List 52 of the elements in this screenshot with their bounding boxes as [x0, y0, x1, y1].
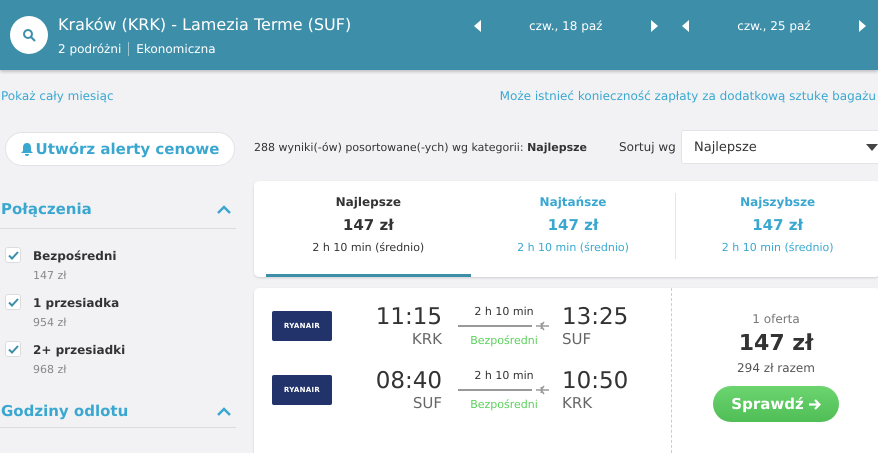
arrival-time: 13:25	[562, 304, 628, 330]
filter-option-price: 968 zł	[33, 363, 68, 376]
filter-option-label: Bezpośredni	[33, 249, 117, 263]
sort-tab[interactable]: Najszybsze 147 zł 2 h 10 min (średnio)	[675, 181, 878, 277]
whole-month-link[interactable]: Pokaż cały miesiąc	[1, 89, 114, 103]
baggage-link[interactable]: Może istnieć konieczność zapłaty za dodatkową sztukę bagażu	[500, 89, 876, 103]
search-icon	[22, 28, 36, 42]
checkbox[interactable]	[5, 341, 21, 357]
filter-option-price: 954 zł	[33, 316, 68, 329]
sort-label: Sortuj wg	[619, 140, 677, 154]
arrow-right-icon	[808, 398, 821, 410]
caret-icon	[866, 144, 878, 150]
price: 147 zł	[738, 331, 814, 356]
filter-option-label: 2+ przesiadki	[33, 343, 126, 357]
departure-airport: SUF	[412, 394, 442, 412]
arrival-airport: SUF	[562, 330, 592, 348]
total-price: 294 zł razem	[737, 361, 815, 375]
route-title: Kraków (KRK) - Lamezia Terme (SUF)	[58, 14, 352, 34]
stops-label: Bezpośredni	[470, 334, 538, 347]
arrival-time: 10:50	[562, 368, 628, 394]
checkbox[interactable]	[5, 294, 21, 310]
previous-date-button[interactable]	[680, 20, 692, 32]
checkbox[interactable]	[5, 247, 21, 263]
collapse-toggle[interactable]	[216, 406, 232, 416]
offer-count: 1 oferta	[752, 312, 800, 326]
collapse-toggle[interactable]	[216, 204, 232, 214]
sort-dropdown[interactable]: Najlepsze	[681, 130, 878, 164]
chevron-up-icon	[216, 204, 232, 214]
departure-time: 08:40	[376, 368, 442, 394]
stops-label: Bezpośredni	[470, 398, 538, 411]
flight-duration: 2 h 10 min	[474, 305, 534, 318]
filter-option-label: 1 przesiadka	[33, 296, 120, 310]
results-summary: 288 wyniki(-ów) posortowane(-ych) wg kategorii: Najlepsze	[254, 140, 588, 154]
filter-title: Godziny odlotu	[1, 402, 128, 420]
travellers-text: 2 podróżni	[58, 42, 122, 56]
search-button[interactable]	[10, 16, 48, 54]
departure-time: 11:15	[376, 304, 442, 330]
chevron-up-icon	[216, 406, 232, 416]
arrival-airport: KRK	[562, 394, 592, 412]
previous-date-button[interactable]	[472, 20, 484, 32]
departure-airport: KRK	[412, 330, 442, 348]
date-label[interactable]: czw., 25 paź	[737, 19, 811, 33]
price-alert-button[interactable]: Utwórz alerty cenowe	[5, 132, 235, 166]
cabin-class-text: Ekonomiczna	[136, 42, 216, 56]
sort-tab[interactable]: Najtańsze 147 zł 2 h 10 min (średnio)	[470, 181, 676, 277]
filter-option-price: 147 zł	[33, 269, 68, 282]
bell-icon	[20, 142, 33, 156]
flight-duration: 2 h 10 min	[474, 369, 534, 382]
date-label[interactable]: czw., 18 paź	[529, 19, 602, 33]
filter-title: Połączenia	[1, 200, 92, 218]
check-button[interactable]: Sprawdź	[713, 386, 839, 422]
sort-tab[interactable]: Najlepsze 147 zł 2 h 10 min (średnio)	[266, 181, 471, 277]
